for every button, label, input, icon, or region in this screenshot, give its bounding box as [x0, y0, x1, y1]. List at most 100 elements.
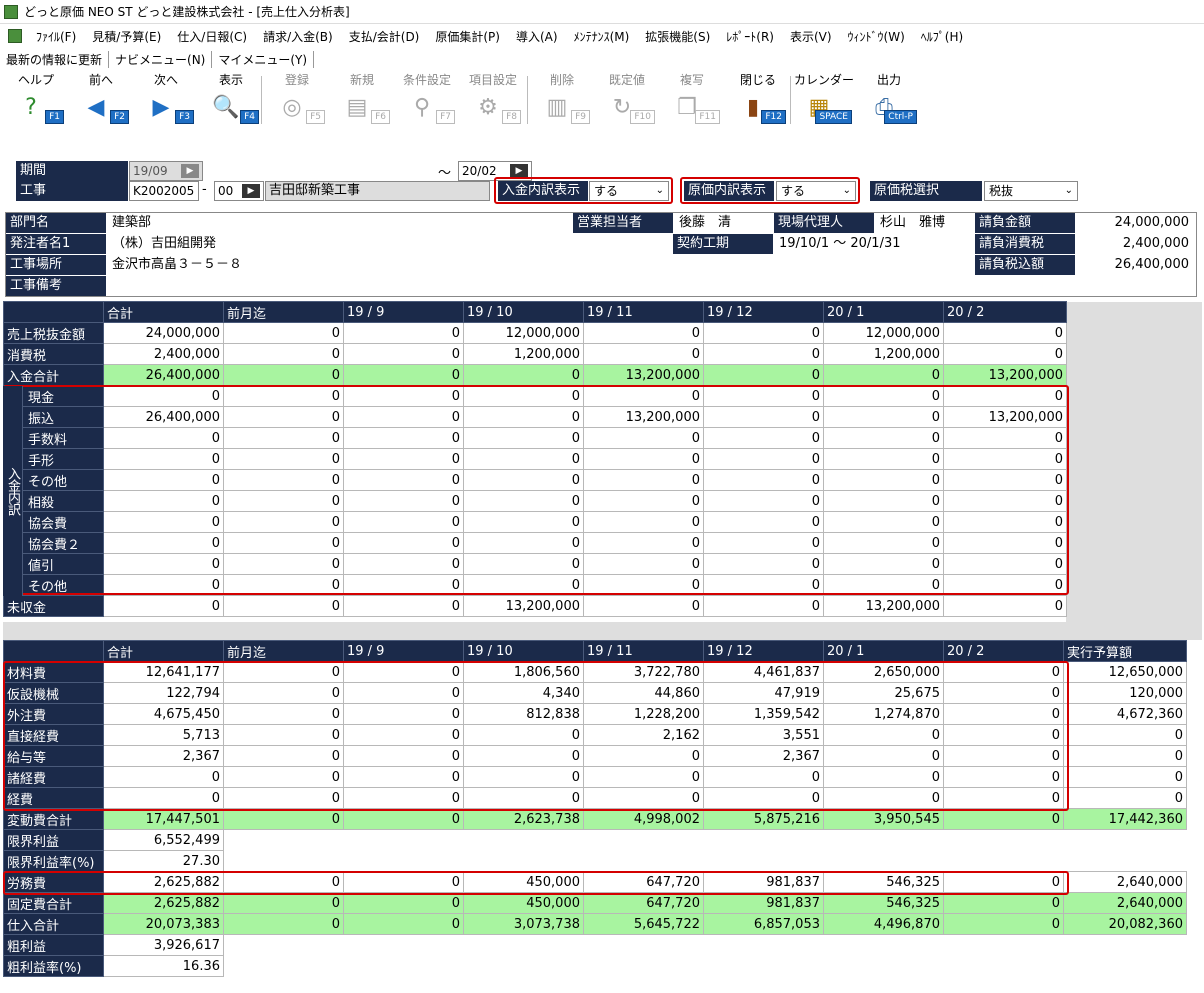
quick-link[interactable]: マイメニュー(Y): [212, 50, 315, 68]
project-search-button[interactable]: ▶: [242, 184, 260, 198]
deposit-detail-select[interactable]: する ⌄: [589, 181, 669, 201]
menu-item[interactable]: ｳｨﾝﾄﾞｳ(W): [840, 28, 913, 45]
toolbar-button-ctrl-p[interactable]: 出力 ⎙ Ctrl-P: [857, 72, 921, 128]
toolbar-button-label: 複写: [679, 73, 704, 87]
menu-item[interactable]: 導入(A): [508, 28, 566, 45]
table-row: 給与等 2,367 0 0 0 0 2,367 0 0 0: [3, 745, 1187, 767]
value-cell: 0: [343, 682, 464, 704]
column-header: 20 / 2: [943, 640, 1064, 662]
menu-item[interactable]: ﾌｧｲﾙ(F): [28, 28, 84, 45]
column-header: 19 / 11: [583, 640, 704, 662]
empty-cell: [1063, 829, 1187, 851]
value-cell: 0: [223, 532, 344, 554]
value-cell: 12,650,000: [1063, 661, 1187, 683]
value-cell: 0: [943, 532, 1067, 554]
toolbar-button-f8[interactable]: 項目設定 ⚙ F8: [461, 72, 525, 128]
toolbar-button-label: 次へ: [153, 73, 178, 87]
toolbar-separator: [527, 76, 528, 124]
empty-cell: [823, 934, 944, 956]
value-cell: 0: [703, 511, 824, 533]
column-header: 合計: [103, 301, 224, 323]
value-cell: 0: [223, 808, 344, 830]
value-cell: 0: [583, 553, 704, 575]
row-label: 給与等: [3, 745, 104, 767]
value-cell: 0: [703, 787, 824, 809]
menu-item[interactable]: ﾒﾝﾃﾅﾝｽ(M): [566, 28, 638, 45]
value-cell: 0: [223, 553, 344, 575]
value-cell: 27.30: [103, 850, 224, 872]
value-cell: 13,200,000: [583, 406, 704, 428]
toolbar-button-f4[interactable]: 表示 🔍 F4: [199, 72, 263, 128]
quick-link[interactable]: 最新の情報に更新: [4, 50, 110, 68]
cost-detail-select[interactable]: する ⌄: [776, 181, 856, 201]
menu-item[interactable]: 表示(V): [782, 28, 840, 45]
dept-label: 部門名: [6, 213, 106, 233]
value-cell: 0: [463, 427, 584, 449]
toolbar-button-f7[interactable]: 条件設定 ⚲ F7: [395, 72, 459, 128]
sales-rep-label: 営業担当者: [573, 213, 673, 233]
toolbar-button-f12[interactable]: 閉じる ▮ F12: [726, 72, 790, 128]
value-cell: 0: [223, 787, 344, 809]
value-cell: 0: [943, 553, 1067, 575]
table-row: 協会費 0 0 0 0 0 0 0 0: [3, 511, 1067, 533]
table-row: その他 0 0 0 0 0 0 0 0: [3, 469, 1067, 491]
project-dash: -: [202, 182, 207, 197]
value-cell: 0: [103, 553, 224, 575]
menu-item[interactable]: 請求/入金(B): [255, 28, 341, 45]
deposit-detail-value: する: [594, 184, 619, 198]
toolbar-button-f5[interactable]: 登録 ◎ F5: [265, 72, 329, 128]
project-info-panel: 部門名 建築部 発注者名1 （株）吉田組開発 工事場所 金沢市高畠３－５－８ 工…: [5, 212, 1197, 297]
toolbar-button-label: 登録: [284, 73, 309, 87]
project-code-input[interactable]: K2002005: [129, 181, 199, 201]
value-cell: 0: [223, 511, 344, 533]
value-cell: 546,325: [823, 892, 944, 914]
function-key-badge: F2: [110, 110, 129, 124]
menu-item[interactable]: 仕入/日報(C): [169, 28, 255, 45]
grid-splitter[interactable]: [3, 622, 1202, 640]
function-key-badge: F7: [436, 110, 455, 124]
toolbar-button-f3[interactable]: 次へ ▶ F3: [134, 72, 198, 128]
toolbar-button-f11[interactable]: 複写 ❐ F11: [660, 72, 724, 128]
period-to-button[interactable]: ▶: [510, 164, 528, 178]
function-key-badge: SPACE: [815, 110, 852, 124]
menu-item[interactable]: 原価集計(P): [427, 28, 508, 45]
value-cell: 0: [223, 490, 344, 512]
value-cell: 0: [943, 385, 1067, 407]
menu-item[interactable]: ﾚﾎﾟｰﾄ(R): [718, 28, 782, 45]
value-cell: 4,998,002: [583, 808, 704, 830]
value-cell: 0: [463, 724, 584, 746]
function-key-badge: F8: [502, 110, 521, 124]
value-cell: 0: [103, 490, 224, 512]
toolbar-button-f10[interactable]: 既定値 ↻ F10: [595, 72, 659, 128]
toolbar-button-f9[interactable]: 削除 ▥ F9: [530, 72, 594, 128]
menu-item[interactable]: 見積/予算(E): [84, 28, 169, 45]
value-cell: 13,200,000: [583, 364, 704, 386]
value-cell: 0: [343, 385, 464, 407]
empty-cell: [343, 955, 464, 977]
value-cell: 17,447,501: [103, 808, 224, 830]
period-from-button[interactable]: ▶: [181, 164, 199, 178]
menu-item[interactable]: 拡張機能(S): [637, 28, 718, 45]
menu-app-icon[interactable]: [8, 29, 22, 43]
value-cell: 0: [463, 469, 584, 491]
value-cell: 0: [463, 745, 584, 767]
menu-item[interactable]: ﾍﾙﾌﾟ(H): [913, 28, 971, 45]
empty-cell: [583, 955, 704, 977]
menu-item[interactable]: 支払/会計(D): [341, 28, 428, 45]
value-cell: 0: [343, 787, 464, 809]
toolbar-button-f6[interactable]: 新規 ▤ F6: [330, 72, 394, 128]
table-row: 振込 26,400,000 0 0 0 13,200,000 0 0 13,200,000: [3, 406, 1067, 428]
toolbar-button-f1[interactable]: ヘルプ? F1: [4, 72, 68, 128]
tax-select[interactable]: 税抜 ⌄: [984, 181, 1078, 201]
value-cell: 0: [463, 385, 584, 407]
column-header: 合計: [103, 640, 224, 662]
row-label: 消費税: [3, 343, 104, 365]
column-header: 20 / 2: [943, 301, 1067, 323]
table-row: 協会費２ 0 0 0 0 0 0 0 0: [3, 532, 1067, 554]
toolbar-button-space[interactable]: カレンダー ▦ SPACE: [792, 72, 856, 128]
quick-links: 最新の情報に更新 ナビメニュー(N) マイメニュー(Y): [0, 49, 315, 69]
function-key-badge: Ctrl-P: [884, 110, 917, 124]
toolbar-button-f2[interactable]: 前へ ◀ F2: [69, 72, 133, 128]
quick-link[interactable]: ナビメニュー(N): [109, 50, 213, 68]
value-cell: 0: [463, 490, 584, 512]
